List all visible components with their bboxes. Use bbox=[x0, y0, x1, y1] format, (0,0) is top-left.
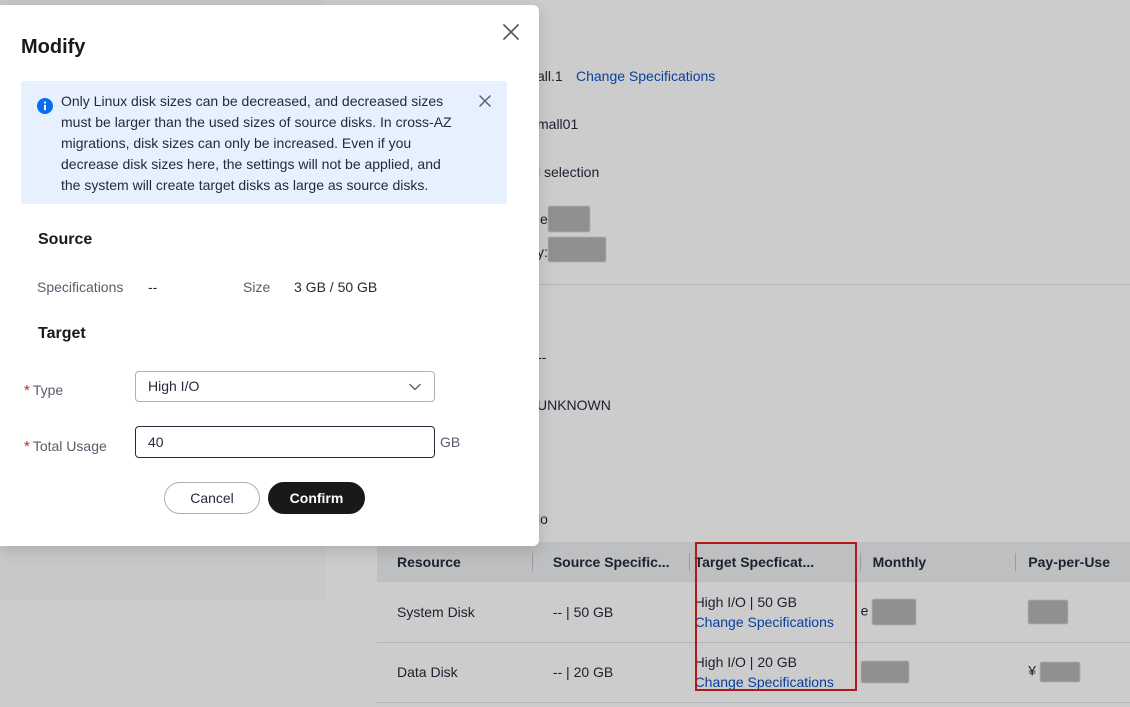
close-icon[interactable] bbox=[500, 21, 522, 43]
spec-value: -- bbox=[148, 279, 158, 295]
size-value: 3 GB / 50 GB bbox=[294, 279, 378, 295]
total-usage-input[interactable] bbox=[135, 426, 435, 458]
info-icon bbox=[37, 98, 53, 114]
disk-type-select[interactable]: High I/O bbox=[135, 371, 435, 402]
selected-type: High I/O bbox=[148, 378, 200, 394]
required-mark: * bbox=[24, 438, 30, 455]
info-message: Only Linux disk sizes can be decreased, … bbox=[61, 93, 452, 193]
confirm-button[interactable]: Confirm bbox=[268, 482, 365, 514]
alert-close-icon[interactable] bbox=[478, 94, 492, 108]
usage-label: * Total Usage bbox=[24, 438, 107, 455]
cancel-button[interactable]: Cancel bbox=[164, 482, 260, 514]
source-section-title: Source bbox=[38, 231, 93, 248]
size-label: Size bbox=[243, 279, 271, 295]
dialog-title: Modify bbox=[21, 36, 86, 58]
modify-dialog: Modify Only Linux disk sizes can be decr… bbox=[0, 5, 539, 546]
spec-label: Specifications bbox=[37, 279, 124, 295]
required-mark: * bbox=[24, 382, 30, 399]
target-section-title: Target bbox=[38, 325, 86, 342]
usage-unit: GB bbox=[440, 434, 461, 450]
chevron-down-icon bbox=[409, 383, 421, 391]
info-alert: Only Linux disk sizes can be decreased, … bbox=[21, 81, 507, 204]
type-label: * Type bbox=[24, 382, 64, 399]
